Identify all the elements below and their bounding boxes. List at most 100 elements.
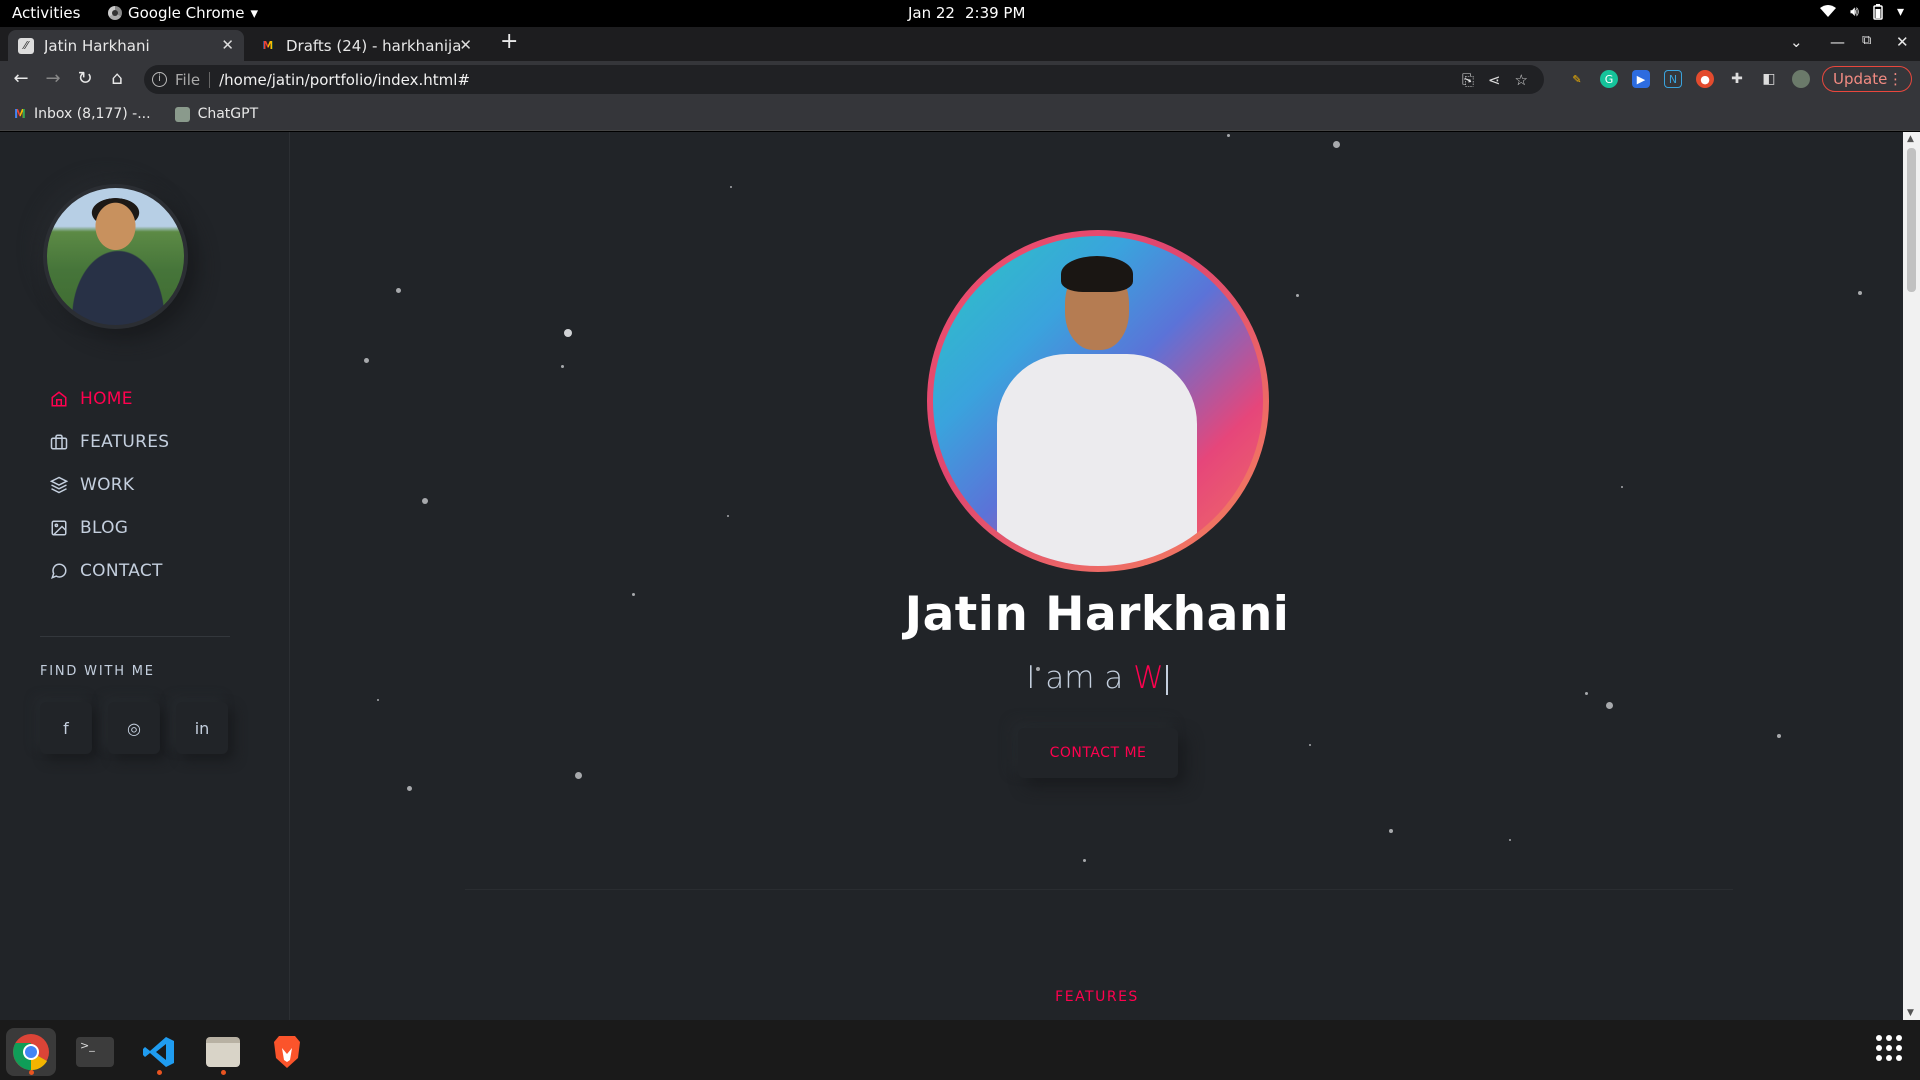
taskbar-dock: >_	[0, 1020, 1920, 1080]
nav-item-home[interactable]: HOME	[50, 377, 169, 420]
photo-figure-hair	[1061, 256, 1133, 292]
sidebar-divider	[40, 636, 230, 637]
particle	[1509, 839, 1511, 841]
sidebar-avatar	[43, 184, 188, 329]
nav-item-contact[interactable]: CONTACT	[50, 549, 169, 592]
contact-me-button[interactable]: CONTACT ME	[1018, 728, 1178, 778]
share-icon[interactable]: ⋖	[1488, 71, 1501, 89]
briefcase-icon	[50, 434, 68, 449]
omnibox-actions: ⎘ ⋖ ☆	[1462, 71, 1528, 89]
omnibox-separator	[209, 71, 211, 88]
hero-name: Jatin Harkhani	[904, 587, 1290, 642]
nav-item-blog[interactable]: BLOG	[50, 506, 169, 549]
section-divider	[465, 889, 1733, 890]
shield-extension-icon[interactable]: ●	[1696, 70, 1714, 88]
particle	[564, 329, 572, 337]
terminal-icon: >_	[76, 1037, 114, 1067]
facebook-link[interactable]: f	[40, 702, 92, 754]
reload-icon[interactable]: ↻	[74, 68, 96, 89]
home-icon[interactable]: ⌂	[106, 68, 128, 89]
particle	[1083, 859, 1086, 862]
new-tab-button[interactable]: +	[500, 31, 518, 53]
chatgpt-icon	[174, 106, 190, 122]
profile-avatar-icon[interactable]	[1792, 70, 1810, 88]
chrome-icon	[13, 1034, 49, 1071]
particle	[407, 786, 412, 791]
tab-gmail-drafts[interactable]: M Drafts (24) - harkhanijatin ✕	[250, 30, 482, 61]
facebook-icon: f	[63, 718, 69, 738]
tab-title: Jatin Harkhani	[44, 36, 150, 55]
particle	[1296, 294, 1299, 297]
url-scheme: File	[175, 70, 201, 89]
page-scrollbar[interactable]: ▲ ▼	[1903, 132, 1920, 1020]
scroll-up-icon[interactable]: ▲	[1907, 134, 1914, 144]
show-applications-icon[interactable]	[1876, 1035, 1902, 1061]
dock-files[interactable]	[198, 1028, 248, 1076]
nav-item-features[interactable]: FEATURES	[50, 420, 169, 463]
menu-dots-icon[interactable]: ⋮	[1888, 70, 1903, 88]
gmail-icon: M	[260, 38, 276, 54]
grammarly-extension-icon[interactable]: G	[1600, 70, 1618, 88]
scroll-down-icon[interactable]: ▼	[1907, 1008, 1914, 1018]
sidebar-nav: HOME FEATURES WORK BLOG CONTACT	[50, 377, 169, 592]
bookmark-inbox[interactable]: M Inbox (8,177) -...	[14, 106, 151, 122]
hero-profile-photo	[927, 230, 1269, 572]
url-text[interactable]: /home/jatin/portfolio/index.html#	[219, 71, 470, 89]
meet-extension-icon[interactable]: ▶	[1632, 70, 1650, 88]
bookmark-star-icon[interactable]: ☆	[1515, 71, 1528, 89]
chrome-icon	[108, 6, 122, 20]
dock-brave[interactable]	[262, 1028, 312, 1076]
nav-item-work[interactable]: WORK	[50, 463, 169, 506]
linkedin-icon: in	[194, 718, 210, 738]
tab-title: Drafts (24) - harkhanijatin	[286, 36, 461, 55]
close-icon[interactable]: ✕	[221, 36, 234, 54]
particle	[377, 699, 379, 701]
site-info-icon[interactable]: i	[152, 72, 167, 87]
clock[interactable]: Jan 22 2:39 PM	[908, 4, 1025, 22]
restore-icon[interactable]: ⧉	[1862, 33, 1871, 48]
tab-strip: ⁄⁄ Jatin Harkhani ✕ M Drafts (24) - hark…	[0, 27, 1920, 61]
nav-label: WORK	[80, 474, 135, 495]
gmail-icon: M	[14, 107, 26, 121]
close-icon[interactable]: ✕	[459, 36, 472, 54]
notion-extension-icon[interactable]: N	[1664, 70, 1682, 88]
dock-vscode[interactable]	[134, 1028, 184, 1076]
running-indicator	[221, 1070, 226, 1075]
dock-terminal[interactable]: >_	[70, 1028, 120, 1076]
page-favicon-icon: ⁄⁄	[18, 37, 34, 54]
nav-label: BLOG	[80, 517, 129, 538]
particle	[1606, 702, 1613, 709]
extensions-puzzle-icon[interactable]: ✚	[1728, 70, 1746, 88]
scrollbar-thumb[interactable]	[1907, 148, 1916, 292]
forward-icon[interactable]: →	[42, 68, 64, 89]
system-tray[interactable]: 🔊︎ ▾	[1820, 4, 1904, 24]
side-panel-icon[interactable]: ◧	[1760, 70, 1778, 88]
volume-icon: 🔊︎	[1850, 4, 1859, 20]
page-viewport: HOME FEATURES WORK BLOG CONTACT FIND WIT…	[0, 132, 1920, 1020]
window-close-icon[interactable]: ✕	[1896, 33, 1909, 51]
nav-label: HOME	[80, 388, 133, 409]
tab-jatin-harkhani[interactable]: ⁄⁄ Jatin Harkhani ✕	[8, 30, 244, 61]
activities-button[interactable]: Activities	[12, 4, 80, 22]
instagram-link[interactable]: ◎	[108, 702, 160, 754]
tab-search-icon[interactable]: ⌄	[1790, 33, 1803, 51]
typing-caret	[1165, 664, 1168, 695]
particle	[575, 772, 582, 779]
app-menu[interactable]: Google Chrome ▾	[108, 4, 258, 22]
linkedin-link[interactable]: in	[176, 702, 228, 754]
pen-extension-icon[interactable]: ✎	[1568, 70, 1586, 88]
particle	[1621, 486, 1623, 488]
instagram-icon: ◎	[127, 718, 141, 738]
message-circle-icon	[51, 563, 67, 579]
app-name: Google Chrome	[128, 4, 245, 22]
bookmark-chatgpt[interactable]: ChatGPT	[174, 106, 258, 122]
nav-label: FEATURES	[80, 431, 170, 452]
minimize-icon[interactable]: —	[1830, 33, 1845, 51]
translate-icon[interactable]: ⎘	[1462, 71, 1474, 89]
update-button[interactable]: Update ⋮	[1822, 66, 1912, 92]
address-bar[interactable]: i File /home/jatin/portfolio/index.html#…	[144, 65, 1544, 94]
dock-chrome[interactable]	[6, 1028, 56, 1076]
particle	[730, 186, 732, 188]
particle	[561, 365, 564, 368]
back-icon[interactable]: ←	[10, 68, 32, 89]
